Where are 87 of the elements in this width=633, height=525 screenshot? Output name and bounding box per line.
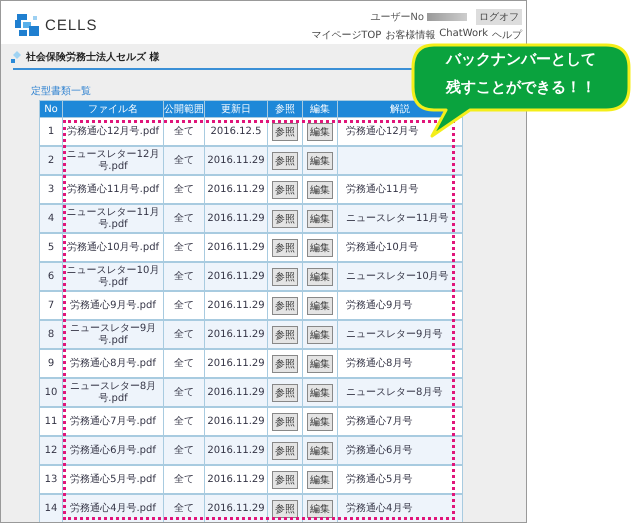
table-cell: 2016.11.29 bbox=[204, 320, 268, 349]
table-cell: ニュースレター8月号.pdf bbox=[62, 378, 164, 407]
table-cell: 2016.11.29 bbox=[204, 204, 268, 233]
table-cell: 労務通心4月号 bbox=[346, 502, 412, 514]
column-header: No bbox=[40, 100, 62, 118]
table-cell: 6 bbox=[40, 262, 62, 291]
table-cell: ニュースレター9月号.pdf bbox=[62, 320, 164, 349]
callout-text: バックナンバーとして bbox=[446, 50, 596, 69]
nav-link[interactable]: ヘルプ bbox=[492, 28, 522, 42]
table-cell: ニュースレター10月号 bbox=[346, 270, 449, 282]
column-header: 参照 bbox=[268, 100, 302, 118]
table-cell: ニュースレター11月号 bbox=[346, 212, 449, 224]
view-button[interactable]: 参照 bbox=[272, 180, 298, 198]
view-button[interactable]: 参照 bbox=[272, 500, 298, 518]
table-cell: 労務通心5月号 bbox=[346, 474, 412, 484]
edit-button[interactable]: 編集 bbox=[307, 470, 333, 488]
edit-button[interactable]: 編集 bbox=[307, 500, 333, 518]
logo-icon bbox=[15, 14, 41, 38]
view-button[interactable]: 参照 bbox=[272, 384, 298, 402]
column-header: 更新日 bbox=[204, 100, 268, 118]
table-cell: ニュースレター8月号 bbox=[346, 386, 442, 398]
edit-button[interactable]: 編集 bbox=[307, 268, 333, 286]
table-cell: 労務通心12月号 bbox=[346, 126, 419, 136]
view-button[interactable]: 参照 bbox=[272, 326, 298, 344]
view-button[interactable]: 参照 bbox=[272, 412, 298, 430]
view-button[interactable]: 参照 bbox=[272, 238, 298, 256]
edit-button[interactable]: 編集 bbox=[307, 384, 333, 402]
edit-button[interactable]: 編集 bbox=[307, 152, 333, 170]
table-cell: 2 bbox=[40, 146, 62, 175]
view-button[interactable]: 参照 bbox=[272, 470, 298, 488]
edit-button[interactable]: 編集 bbox=[307, 210, 333, 228]
table-cell: 2016.11.29 bbox=[204, 378, 268, 407]
column-header: ファイル名 bbox=[62, 100, 164, 118]
table-cell: 全て bbox=[164, 262, 204, 291]
table-cell: 12 bbox=[40, 436, 62, 465]
table-cell: ニュースレター9月号 bbox=[346, 328, 442, 340]
column-header: 公開範囲 bbox=[164, 100, 204, 118]
section-title: 定型書類一覧 bbox=[31, 84, 91, 98]
table-cell: 労務通心9月号 bbox=[346, 300, 412, 310]
callout-text: 残すことができる！！ bbox=[446, 78, 596, 97]
user-number-label: ユーザーNo bbox=[370, 11, 424, 24]
table-cell: ニュースレター12月号.pdf bbox=[62, 146, 164, 175]
table-cell: 10 bbox=[40, 378, 62, 407]
table-cell: ニュースレター10月号.pdf bbox=[62, 262, 164, 291]
table-cell: 2016.11.29 bbox=[204, 436, 268, 465]
table-cell: 2016.11.29 bbox=[204, 146, 268, 175]
edit-button[interactable]: 編集 bbox=[307, 238, 333, 256]
logo-text: CELLS bbox=[45, 17, 98, 34]
table-cell: 全て bbox=[164, 204, 204, 233]
table-cell: 14 bbox=[40, 494, 62, 522]
table-cell: 労務通心10月号 bbox=[346, 242, 419, 252]
table-cell: 全て bbox=[164, 436, 204, 465]
edit-button[interactable]: 編集 bbox=[307, 326, 333, 344]
diamond-icon bbox=[11, 51, 21, 63]
table-cell: 全て bbox=[164, 378, 204, 407]
edit-button[interactable]: 編集 bbox=[307, 354, 333, 372]
table-cell: 全て bbox=[164, 146, 204, 175]
view-button[interactable]: 参照 bbox=[272, 442, 298, 460]
edit-button[interactable]: 編集 bbox=[307, 180, 333, 198]
table-cell: 労務通心6月号 bbox=[346, 444, 412, 456]
client-name: 社会保険労務士法人セルズ 様 bbox=[26, 50, 160, 64]
view-button[interactable]: 参照 bbox=[272, 152, 298, 170]
table-cell: 労務通心6月号.pdf bbox=[62, 436, 164, 465]
table-cell: 4 bbox=[40, 204, 62, 233]
edit-button[interactable]: 編集 bbox=[307, 412, 333, 430]
table-cell: 8 bbox=[40, 320, 62, 349]
logout-button[interactable]: ログオフ bbox=[476, 9, 522, 25]
table-cell: 労務通心7月号 bbox=[346, 416, 412, 426]
edit-button[interactable]: 編集 bbox=[307, 122, 333, 140]
edit-button[interactable]: 編集 bbox=[307, 296, 333, 314]
view-button[interactable]: 参照 bbox=[272, 122, 298, 140]
table-cell: 労務通心11月号 bbox=[346, 184, 419, 194]
table-cell: 全て bbox=[164, 320, 204, 349]
nav-link[interactable]: お客様情報 bbox=[385, 28, 436, 42]
table-cell: 2016.11.29 bbox=[204, 262, 268, 291]
edit-button[interactable]: 編集 bbox=[307, 442, 333, 460]
table-cell: 2016.11.29 bbox=[204, 494, 268, 522]
nav-link[interactable]: ChatWork bbox=[439, 28, 488, 42]
view-button[interactable]: 参照 bbox=[272, 354, 298, 372]
nav-link[interactable]: マイページTOP bbox=[311, 28, 382, 42]
redaction-bar bbox=[427, 13, 467, 21]
view-button[interactable]: 参照 bbox=[272, 268, 298, 286]
view-button[interactable]: 参照 bbox=[272, 296, 298, 314]
view-button[interactable]: 参照 bbox=[272, 210, 298, 228]
table-cell: ニュースレター11月号.pdf bbox=[62, 204, 164, 233]
table-cell: 労務通心8月号 bbox=[346, 358, 412, 368]
column-header: 編集 bbox=[302, 100, 338, 118]
